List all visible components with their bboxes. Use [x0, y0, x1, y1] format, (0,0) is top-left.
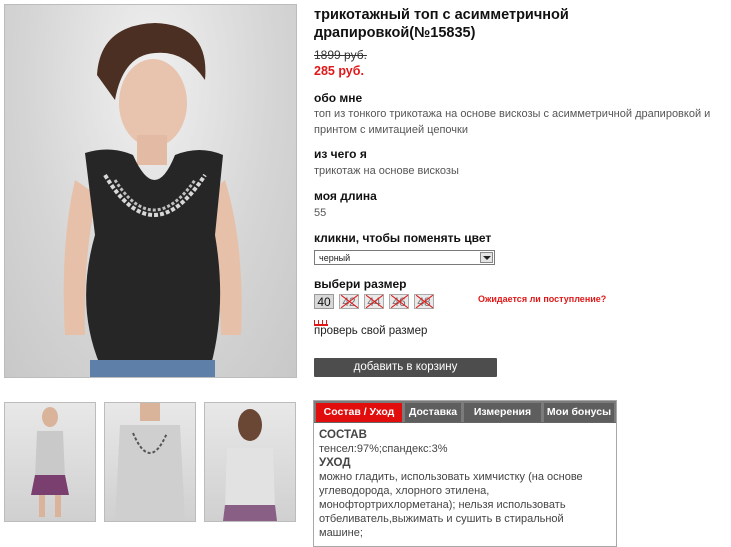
- product-title: трикотажный топ с асимметричной драпиров…: [314, 7, 569, 41]
- tab-composition-care[interactable]: Состав / Уход: [316, 403, 402, 422]
- composition-heading: СОСТАВ: [319, 429, 367, 441]
- chevron-down-icon[interactable]: [480, 252, 493, 263]
- composition-text: тенсел:97%;спандекс:3%: [319, 443, 448, 455]
- thumbnail-illustration: [31, 407, 69, 517]
- tab-delivery[interactable]: Доставка: [405, 403, 461, 422]
- size-heading: выбери размер: [314, 277, 407, 291]
- info-tabs-panel: Состав / Уход Доставка Измерения Мои бон…: [313, 400, 617, 547]
- color-select-value: черный: [319, 253, 351, 263]
- length-value: 55: [314, 207, 327, 219]
- care-heading: УХОД: [319, 457, 351, 469]
- material-text: трикотаж на основе вискозы: [314, 165, 459, 177]
- length-heading: моя длина: [314, 189, 377, 203]
- about-text: топ из тонкого трикотажа на основе виско…: [314, 108, 711, 136]
- thumbnail-1[interactable]: [4, 402, 96, 522]
- tab-bonuses[interactable]: Мои бонусы: [544, 403, 614, 422]
- size-option-46[interactable]: 46: [389, 294, 409, 309]
- thumbnail-2[interactable]: [104, 402, 196, 522]
- size-option-44[interactable]: 44: [364, 294, 384, 309]
- tab-bar: Состав / Уход Доставка Измерения Мои бон…: [314, 401, 616, 423]
- add-to-cart-button[interactable]: добавить в корзину: [314, 358, 497, 377]
- about-heading: обо мне: [314, 91, 363, 105]
- material-heading: из чего я: [314, 147, 367, 161]
- thumbnail-illustration: [223, 409, 277, 521]
- new-price: 285 руб.: [314, 64, 364, 78]
- old-price: 1899 руб.: [314, 48, 367, 62]
- size-option-42[interactable]: 42: [339, 294, 359, 309]
- thumbnail-illustration: [115, 403, 185, 521]
- tab-measurements[interactable]: Измерения: [464, 403, 541, 422]
- model-illustration: [63, 23, 242, 377]
- size-option-40[interactable]: 40: [314, 294, 334, 309]
- size-check-link[interactable]: проверь свой размер: [314, 325, 427, 337]
- color-select[interactable]: черный: [314, 250, 495, 265]
- notify-link[interactable]: Ожидается ли поступление?: [478, 294, 606, 304]
- tab-content: СОСТАВ тенсел:97%;спандекс:3% УХОД можно…: [319, 428, 609, 540]
- color-heading: кликни, чтобы поменять цвет: [314, 231, 492, 245]
- main-product-photo[interactable]: [4, 4, 297, 378]
- size-option-48[interactable]: 48: [414, 294, 434, 309]
- care-text: можно гладить, использовать химчистку (н…: [319, 471, 583, 539]
- thumbnail-3[interactable]: [204, 402, 296, 522]
